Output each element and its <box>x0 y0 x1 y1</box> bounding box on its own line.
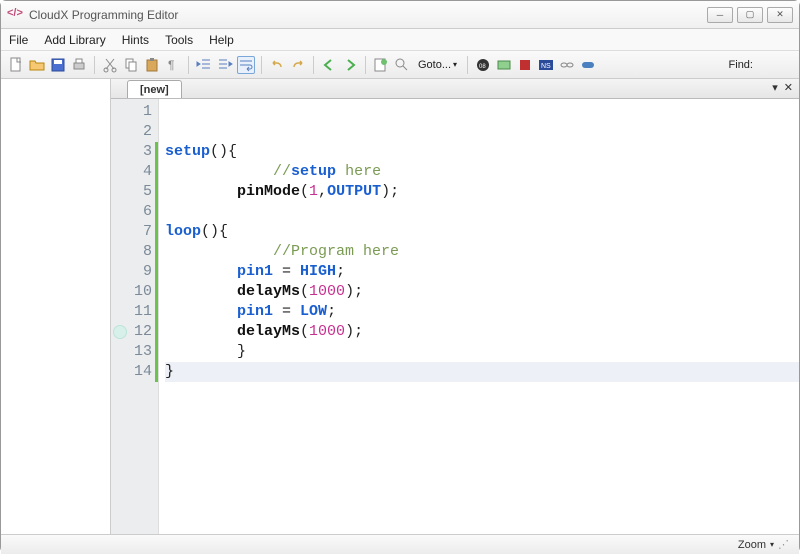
connector-icon[interactable] <box>579 56 597 74</box>
menu-hints[interactable]: Hints <box>122 33 149 47</box>
app-icon: </> <box>7 7 23 23</box>
minimize-button[interactable]: ─ <box>707 7 733 23</box>
line-number: 11 <box>111 302 152 322</box>
sidebar-panel <box>1 79 111 534</box>
line-number: 8 <box>111 242 152 262</box>
line-number: 13 <box>111 342 152 362</box>
code-line[interactable]: pin1 = HIGH; <box>165 263 345 280</box>
code-line[interactable]: //Program here <box>165 243 399 260</box>
toolbar-separator <box>467 56 468 74</box>
code-line[interactable]: delayMs(1000); <box>165 323 363 340</box>
line-number: 9 <box>111 262 152 282</box>
menu-bar: File Add Library Hints Tools Help <box>1 29 799 51</box>
window-buttons: ─ ▢ ✕ <box>707 7 793 23</box>
line-gutter: 1234567891011121314 <box>111 99 159 534</box>
svg-text:NS: NS <box>541 63 551 70</box>
maximize-button[interactable]: ▢ <box>737 7 763 23</box>
line-number: 10 <box>111 282 152 302</box>
menu-file[interactable]: File <box>9 33 28 47</box>
code-line[interactable]: delayMs(1000); <box>165 283 363 300</box>
code-line[interactable]: //setup here <box>165 163 381 180</box>
bookmark-icon[interactable] <box>372 56 390 74</box>
ns-icon[interactable]: NS <box>537 56 555 74</box>
menu-help[interactable]: Help <box>209 33 234 47</box>
link-icon[interactable] <box>558 56 576 74</box>
menu-add-library[interactable]: Add Library <box>44 33 105 47</box>
board-icon[interactable] <box>495 56 513 74</box>
copy-icon[interactable] <box>122 56 140 74</box>
line-number: 2 <box>111 122 152 142</box>
line-number: 4 <box>111 162 152 182</box>
zoom-dropdown-icon[interactable]: ▾ <box>770 540 774 549</box>
line-number: 3 <box>111 142 152 162</box>
toolbar: ¶ Goto...▾ 08 NS Find: <box>1 51 799 79</box>
breakpoint-marker[interactable] <box>113 325 127 339</box>
tab-dropdown-icon[interactable]: ▾ <box>772 81 778 94</box>
tab-new[interactable]: [new] <box>127 80 182 98</box>
tab-close-icon[interactable]: ✕ <box>784 81 793 94</box>
open-file-icon[interactable] <box>28 56 46 74</box>
paste-icon[interactable] <box>143 56 161 74</box>
goto-button[interactable]: Goto...▾ <box>414 59 461 71</box>
close-button[interactable]: ✕ <box>767 7 793 23</box>
search-icon[interactable] <box>393 56 411 74</box>
stop-icon[interactable] <box>516 56 534 74</box>
resize-grip-icon[interactable]: ⋰ <box>778 538 789 551</box>
line-number: 5 <box>111 182 152 202</box>
toolbar-separator <box>261 56 262 74</box>
status-bar: Zoom ▾ ⋰ <box>1 534 799 554</box>
code-line[interactable]: loop(){ <box>165 223 228 240</box>
line-number: 7 <box>111 222 152 242</box>
toolbar-separator <box>365 56 366 74</box>
toolbar-separator <box>313 56 314 74</box>
redo-icon[interactable] <box>289 56 307 74</box>
nav-back-icon[interactable] <box>320 56 338 74</box>
tab-bar: [new] ▾ ✕ <box>111 79 799 99</box>
undo-icon[interactable] <box>268 56 286 74</box>
print-icon[interactable] <box>70 56 88 74</box>
toolbar-separator <box>94 56 95 74</box>
new-file-icon[interactable] <box>7 56 25 74</box>
code-line[interactable]: pinMode(1,OUTPUT); <box>165 183 399 200</box>
workspace: [new] ▾ ✕ 1234567891011121314 setup(){ /… <box>1 79 799 534</box>
menu-tools[interactable]: Tools <box>165 33 193 47</box>
code-editor[interactable]: 1234567891011121314 setup(){ //setup her… <box>111 99 799 534</box>
code-body[interactable]: setup(){ //setup here pinMode(1,OUTPUT);… <box>159 99 799 534</box>
code-line[interactable]: pin1 = LOW; <box>165 303 336 320</box>
line-number: 14 <box>111 362 152 382</box>
cut-icon[interactable] <box>101 56 119 74</box>
line-number: 1 <box>111 102 152 122</box>
save-icon[interactable] <box>49 56 67 74</box>
editor-area: [new] ▾ ✕ 1234567891011121314 setup(){ /… <box>111 79 799 534</box>
zoom-label[interactable]: Zoom <box>738 539 766 551</box>
code-line[interactable]: } <box>165 343 246 360</box>
wordwrap-icon[interactable] <box>237 56 255 74</box>
outdent-icon[interactable] <box>195 56 213 74</box>
paragraph-icon[interactable]: ¶ <box>164 56 182 74</box>
chip-icon[interactable]: 08 <box>474 56 492 74</box>
toolbar-separator <box>188 56 189 74</box>
svg-text:¶: ¶ <box>168 58 174 72</box>
line-number: 6 <box>111 202 152 222</box>
indent-icon[interactable] <box>216 56 234 74</box>
nav-forward-icon[interactable] <box>341 56 359 74</box>
svg-text:08: 08 <box>479 64 486 70</box>
code-line[interactable]: setup(){ <box>165 143 237 160</box>
code-line[interactable]: } <box>165 362 799 382</box>
title-bar: </> CloudX Programming Editor ─ ▢ ✕ <box>1 1 799 29</box>
find-label: Find: <box>729 59 753 71</box>
window-title: CloudX Programming Editor <box>29 8 707 22</box>
